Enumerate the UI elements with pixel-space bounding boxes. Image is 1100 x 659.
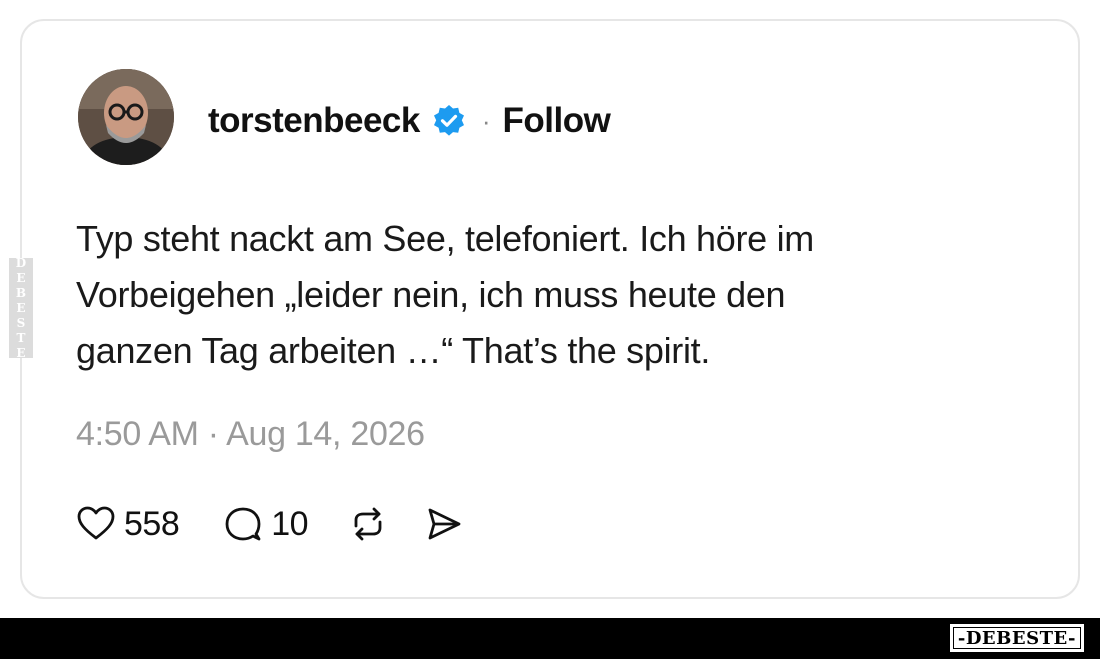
post-text: Typ steht nackt am See, telefoniert. Ich… [76, 211, 976, 379]
send-icon [428, 508, 461, 540]
side-watermark: DEBESTE [9, 256, 33, 361]
verified-badge-icon [432, 104, 466, 138]
like-button[interactable]: 558 [76, 504, 180, 544]
repost-button[interactable] [348, 504, 388, 544]
reply-count: 10 [271, 504, 309, 543]
site-logo: -DEBESTE- [949, 624, 1084, 652]
avatar-image [78, 69, 174, 165]
share-button[interactable] [424, 504, 464, 544]
post-text-line: Typ steht nackt am See, telefoniert. Ich… [76, 218, 814, 259]
post-card: torstenbeeck · Follow Typ steht nackt am… [20, 19, 1080, 599]
username[interactable]: torstenbeeck [208, 101, 420, 141]
action-bar: 558 10 [76, 499, 464, 549]
post-timestamp[interactable]: 4:50 AM · Aug 14, 2026 [76, 415, 425, 454]
repost-icon [354, 507, 382, 541]
post-text-line: Vorbeigehen „leider nein, ich muss heute… [76, 274, 786, 315]
speech-bubble-icon [225, 507, 261, 541]
bottom-bar: -DEBESTE- [0, 618, 1100, 659]
post-header: torstenbeeck · Follow [208, 99, 611, 143]
heart-icon [77, 506, 115, 540]
post-text-line: ganzen Tag arbeiten …“ That’s the spirit… [76, 330, 711, 371]
avatar[interactable] [78, 69, 174, 165]
reply-button[interactable]: 10 [223, 504, 309, 544]
separator-dot: · [481, 105, 491, 136]
like-count: 558 [124, 504, 180, 543]
follow-button[interactable]: Follow [503, 101, 611, 141]
